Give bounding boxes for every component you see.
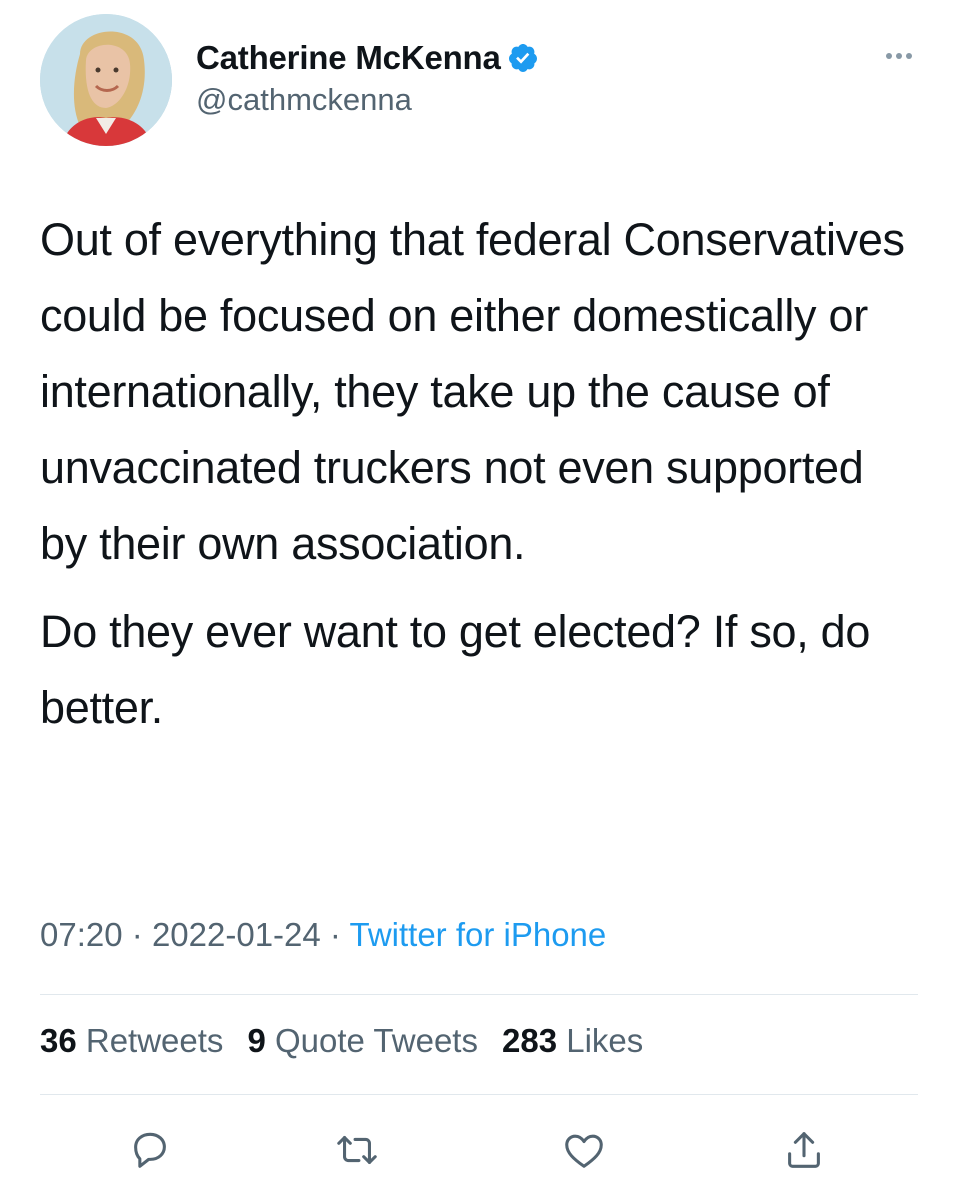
likes-count: 283 [501,1022,567,1059]
retweets-count: 36 [40,1022,86,1059]
tweet-paragraph: Do they ever want to get elected? If so,… [40,606,871,733]
author-avatar[interactable] [40,14,172,146]
author-handle[interactable]: @cathmckenna [196,82,539,118]
tweet-text: Out of everything that federal Conservat… [40,202,920,746]
tweet-time[interactable]: 07:20 [40,916,123,953]
retweet-icon [337,1136,377,1164]
meta-separator: · [329,916,350,953]
tweet-paragraph: Out of everything that federal Conservat… [40,214,905,569]
tweet-date[interactable]: 2022-01-24 [152,916,321,953]
author-info: Catherine McKenna @cathmckenna [196,36,539,118]
tweet-metadata: 07:20 · 2022-01-24 · Twitter for iPhone [40,916,606,954]
verified-badge-icon [507,42,539,74]
share-icon [788,1132,820,1168]
more-options-button[interactable] [879,46,919,66]
quote-tweets-label: Quote Tweets [274,1022,478,1059]
more-dot-icon [906,53,912,59]
reply-button[interactable] [120,1120,180,1180]
more-dot-icon [896,53,902,59]
tweet-actions [0,1120,959,1180]
tweet-source-link[interactable]: Twitter for iPhone [349,916,606,953]
share-button[interactable] [774,1120,834,1180]
author-display-name[interactable]: Catherine McKenna [196,39,501,77]
heart-icon [565,1134,603,1168]
reply-icon [134,1132,166,1168]
retweets-label: Retweets [85,1022,224,1059]
tweet-stats: 36 Retweets 9 Quote Tweets 283 Likes [40,1022,643,1060]
quote-tweets-count: 9 [247,1022,275,1059]
profile-photo [40,14,172,146]
like-button[interactable] [554,1120,614,1180]
retweet-button[interactable] [327,1120,387,1180]
more-dot-icon [886,53,892,59]
quote-tweets-stat[interactable]: 9 Quote Tweets [247,1022,478,1060]
meta-separator: · [131,916,152,953]
author-name-row: Catherine McKenna [196,36,539,80]
divider [40,994,918,995]
likes-stat[interactable]: 283 Likes [502,1022,643,1060]
retweets-stat[interactable]: 36 Retweets [40,1022,223,1060]
tweet: Catherine McKenna @cathmckenna Out of ev… [0,0,959,1200]
divider [40,1094,918,1095]
likes-label: Likes [566,1022,644,1059]
